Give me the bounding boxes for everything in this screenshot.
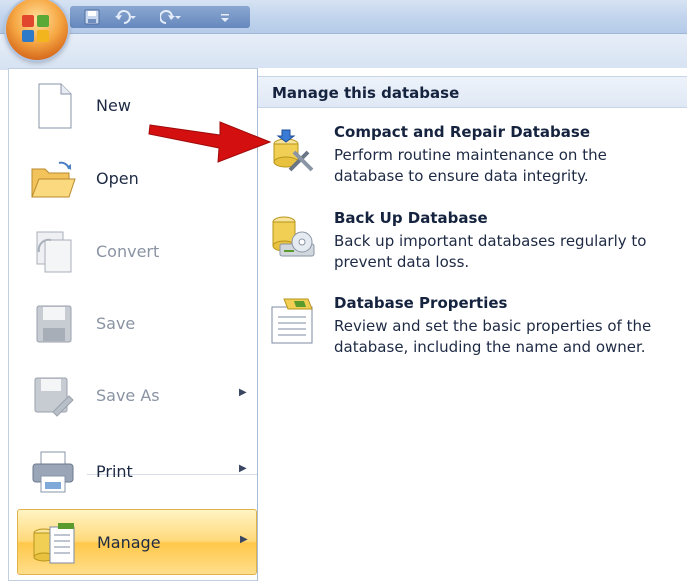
new-document-icon bbox=[29, 82, 77, 130]
submenu-arrow-icon: ▶ bbox=[239, 387, 247, 398]
menu-item-label: Save bbox=[96, 314, 136, 333]
undo-icon[interactable] bbox=[114, 9, 136, 26]
description-line: prevent data loss. bbox=[334, 253, 470, 271]
save-icon bbox=[29, 300, 77, 348]
manage-icon bbox=[30, 519, 78, 567]
compact-repair-icon bbox=[268, 126, 316, 174]
description-line: database, including the name and owner. bbox=[334, 338, 646, 356]
submenu-arrow-icon: ▶ bbox=[239, 463, 247, 474]
backup-database-description: Back up important databases regularly to… bbox=[334, 231, 687, 273]
menu-item-print[interactable]: Print ▶ bbox=[17, 439, 257, 505]
backup-database-icon bbox=[268, 212, 316, 260]
description-line: Perform routine maintenance on the bbox=[334, 146, 607, 164]
description-line: Review and set the basic properties of t… bbox=[334, 317, 652, 335]
ribbon-band bbox=[0, 34, 687, 70]
quick-access-strip bbox=[70, 6, 250, 28]
manage-submenu: Manage this database Compact and Repair … bbox=[258, 68, 687, 581]
submenu-heading-text: Manage this database bbox=[272, 84, 460, 102]
backup-database-item[interactable]: Back Up Database Back up important datab… bbox=[258, 206, 687, 286]
print-icon bbox=[29, 448, 77, 496]
menu-item-label: Open bbox=[96, 169, 139, 188]
database-properties-item[interactable]: Database Properties Review and set the b… bbox=[258, 291, 687, 371]
save-as-icon bbox=[29, 372, 77, 420]
database-properties-title: Database Properties bbox=[334, 294, 508, 312]
backup-database-title: Back Up Database bbox=[334, 209, 488, 227]
description-line: Back up important databases regularly to bbox=[334, 232, 647, 250]
menu-item-label: Print bbox=[96, 462, 133, 481]
compact-repair-title: Compact and Repair Database bbox=[334, 123, 591, 141]
open-folder-icon bbox=[29, 155, 77, 203]
menu-item-label: Manage bbox=[97, 533, 161, 552]
redo-icon[interactable] bbox=[159, 9, 182, 26]
annotation-arrow-icon bbox=[148, 121, 272, 163]
menu-item-label: Convert bbox=[96, 242, 160, 261]
quick-access-toolbar bbox=[0, 0, 687, 34]
compact-repair-item[interactable]: Compact and Repair Database Perform rout… bbox=[258, 120, 687, 200]
database-properties-icon bbox=[268, 297, 316, 345]
customize-qat-icon[interactable] bbox=[220, 9, 230, 26]
menu-item-label: Save As bbox=[96, 386, 160, 405]
submenu-heading: Manage this database bbox=[258, 76, 687, 108]
menu-item-label: New bbox=[96, 96, 131, 115]
menu-item-save[interactable]: Save bbox=[17, 291, 257, 357]
office-logo-icon bbox=[22, 15, 52, 43]
menu-item-save-as[interactable]: Save As ▶ bbox=[17, 363, 257, 429]
submenu-arrow-icon: ▶ bbox=[240, 534, 248, 545]
office-button[interactable] bbox=[6, 0, 68, 60]
compact-repair-description: Perform routine maintenance on the datab… bbox=[334, 145, 687, 187]
menu-item-manage[interactable]: Manage ▶ bbox=[17, 509, 257, 575]
database-properties-description: Review and set the basic properties of t… bbox=[334, 316, 687, 358]
description-line: database to ensure data integrity. bbox=[334, 167, 589, 185]
menu-item-convert[interactable]: Convert bbox=[17, 219, 257, 285]
save-icon[interactable] bbox=[84, 9, 100, 26]
convert-icon bbox=[29, 228, 77, 276]
